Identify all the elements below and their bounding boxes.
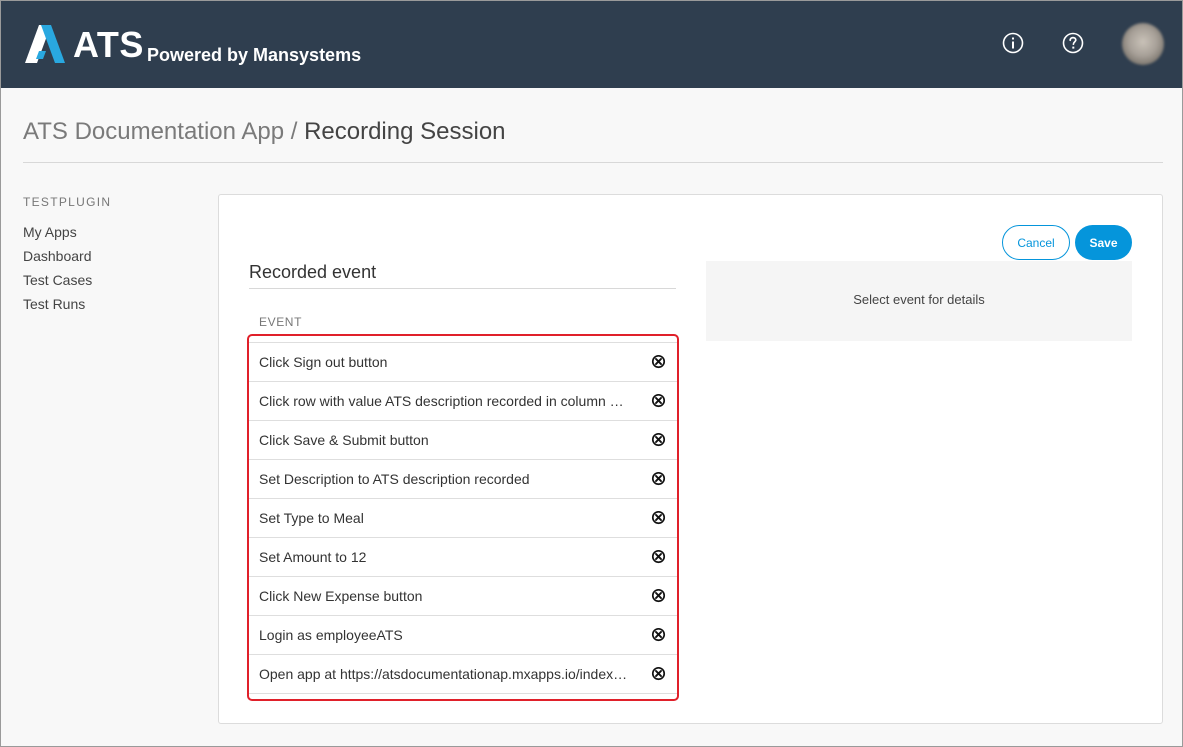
remove-circle-icon[interactable] [651,549,666,564]
breadcrumb-separator: / [290,118,298,145]
sidebar-item-dashboard[interactable]: Dashboard [23,244,92,268]
section-divider [249,288,676,289]
logo-subtitle: Powered by Mansystems [147,45,362,65]
remove-circle-icon[interactable] [651,588,666,603]
event-row[interactable]: Click row with value ATS description rec… [249,382,677,421]
info-icon[interactable] [1001,31,1025,55]
event-details-panel: Select event for details [706,261,1132,341]
remove-circle-icon[interactable] [651,627,666,642]
remove-circle-icon[interactable] [651,354,666,369]
event-row[interactable]: Click Sign out button [249,343,677,382]
remove-circle-icon[interactable] [651,393,666,408]
breadcrumb-current: Recording Session [304,118,506,145]
event-label: Set Description to ATS description recor… [259,471,530,487]
event-label: Set Type to Meal [259,510,364,526]
ats-logo-icon [25,25,65,63]
sidebar-item-test-cases[interactable]: Test Cases [23,268,92,292]
event-list: Click Sign out button Click row with val… [249,342,677,694]
breadcrumb-app[interactable]: ATS Documentation App [23,118,284,145]
sidebar-heading: TESTPLUGIN [23,195,112,209]
event-column-header: EVENT [259,315,303,329]
event-label: Click Sign out button [259,354,388,370]
user-avatar[interactable] [1122,23,1164,65]
sidebar-nav: My Apps Dashboard Test Cases Test Runs [23,220,92,316]
event-label: Open app at https://atsdocumentationap.m… [259,666,629,682]
remove-circle-icon[interactable] [651,510,666,525]
page-title: ATS Documentation App / Recording Sessio… [23,117,506,147]
sidebar-item-test-runs[interactable]: Test Runs [23,292,92,316]
event-label: Set Amount to 12 [259,549,367,565]
logo-text: ATS [73,24,144,65]
event-label: Click Save & Submit button [259,432,429,448]
help-icon[interactable] [1061,31,1085,55]
remove-circle-icon[interactable] [651,471,666,486]
cancel-button[interactable]: Cancel [1002,225,1070,260]
event-row[interactable]: Set Type to Meal [249,499,677,538]
event-row[interactable]: Click Save & Submit button [249,421,677,460]
recorded-event-title: Recorded event [249,262,377,282]
title-divider [23,162,1163,163]
remove-circle-icon[interactable] [651,432,666,447]
event-row[interactable]: Open app at https://atsdocumentationap.m… [249,655,677,694]
event-row[interactable]: Set Amount to 12 [249,538,677,577]
event-label: Click row with value ATS description rec… [259,393,629,409]
sidebar-item-my-apps[interactable]: My Apps [23,220,92,244]
remove-circle-icon[interactable] [651,666,666,681]
save-button[interactable]: Save [1075,225,1132,260]
event-row[interactable]: Click New Expense button [249,577,677,616]
event-label: Click New Expense button [259,588,423,604]
details-placeholder: Select event for details [853,292,985,307]
event-row[interactable]: Login as employeeATS [249,616,677,655]
top-header: ATS Powered by Mansystems [1,1,1182,88]
event-label: Login as employeeATS [259,627,403,643]
event-row[interactable]: Set Description to ATS description recor… [249,460,677,499]
